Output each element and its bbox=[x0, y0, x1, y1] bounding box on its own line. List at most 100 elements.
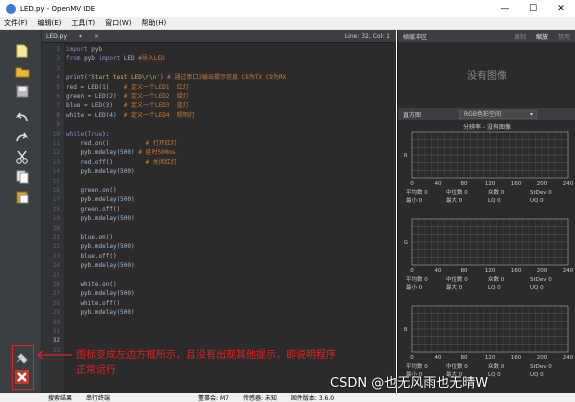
x-tick-label: 0 bbox=[410, 181, 414, 187]
histogram-resolution-label: 分辨率 - 没有图像 bbox=[463, 123, 511, 131]
firmware-status: 固件版本: 3.6.0 bbox=[290, 395, 335, 402]
framebuffer-view: 没有图像 bbox=[398, 42, 575, 106]
x-tick-label: 80 bbox=[461, 355, 468, 361]
code-line: white.off() bbox=[66, 299, 121, 307]
framebuffer-header: 帧缓冲区 录制 缩放 禁用 bbox=[398, 30, 575, 42]
line-number: 13 bbox=[52, 158, 60, 166]
code-line: red.off() # 关闭红灯 bbox=[66, 158, 177, 166]
search-results-tab[interactable]: 搜索结果 bbox=[48, 393, 72, 402]
histogram-stat: 众数 0 bbox=[488, 275, 505, 283]
chevron-down-icon: ▾ bbox=[530, 110, 534, 118]
histogram-title: 直方图 bbox=[403, 111, 422, 119]
line-number: 1 bbox=[56, 46, 60, 53]
line-number: 3 bbox=[56, 64, 60, 72]
histogram-stat: StDev 0 bbox=[530, 277, 552, 283]
window-title: LED.py - OpenMV IDE bbox=[20, 4, 96, 13]
code-line: blue = LED(3) # 定义一个LED3 蓝灯 bbox=[66, 102, 189, 110]
line-number: 19 bbox=[52, 215, 60, 223]
minimize-button[interactable]: — bbox=[491, 4, 519, 14]
channel-label: B bbox=[404, 327, 408, 333]
line-number: 23 bbox=[52, 252, 60, 260]
redo-icon[interactable] bbox=[14, 130, 30, 144]
x-tick-label: 160 bbox=[511, 355, 522, 361]
tab-dropdown-icon[interactable]: ▾ bbox=[79, 33, 82, 40]
menu-window[interactable]: 窗口(W) bbox=[105, 18, 131, 28]
disable-button[interactable]: 禁用 bbox=[553, 32, 575, 41]
histogram-stat: StDev 0 bbox=[530, 190, 552, 196]
menu-tools[interactable]: 工具(T) bbox=[71, 18, 95, 28]
code-line: blue.off() bbox=[66, 252, 117, 260]
code-line: blue.on() bbox=[66, 234, 113, 241]
code-line: pyb.mdelay(500) bbox=[66, 215, 135, 223]
annotation-line-1: 图标变成左边方框所示，且没有出现其他提示，即说明程序 bbox=[76, 350, 336, 361]
histogram-stat: 最小 0 bbox=[406, 196, 423, 204]
annotation-box bbox=[12, 345, 34, 390]
line-number: 9 bbox=[56, 121, 60, 129]
copy-icon[interactable] bbox=[14, 170, 30, 184]
x-tick-label: 0 bbox=[410, 268, 414, 274]
histogram-stat: UQ 0 bbox=[530, 285, 544, 291]
paste-icon[interactable] bbox=[14, 190, 30, 204]
line-number: 14 bbox=[52, 168, 60, 176]
close-button[interactable]: ✕ bbox=[547, 4, 575, 14]
menu-edit[interactable]: 编辑(E) bbox=[38, 18, 62, 28]
line-number: 16 bbox=[52, 187, 60, 194]
histogram-stat: 平均数 0 bbox=[406, 362, 428, 370]
line-number: 10 bbox=[52, 130, 60, 138]
histogram-stat: LQ 0 bbox=[488, 285, 501, 291]
x-tick-label: 120 bbox=[485, 355, 496, 361]
record-button[interactable]: 录制 bbox=[509, 32, 531, 41]
histogram-stat: 众数 0 bbox=[488, 362, 505, 370]
maximize-button[interactable]: ☐ bbox=[519, 4, 547, 14]
zoom-button[interactable]: 缩放 bbox=[531, 32, 553, 41]
tab-close-icon[interactable]: ✕ bbox=[94, 33, 99, 40]
line-number: 32 bbox=[52, 337, 60, 345]
save-icon[interactable] bbox=[14, 84, 30, 98]
menu-help[interactable]: 帮助(H) bbox=[142, 18, 167, 28]
code-line: red = LED(1) # 定义一个LED1 红灯 bbox=[66, 83, 189, 91]
code-line: import pyb bbox=[66, 46, 103, 53]
open-folder-icon[interactable] bbox=[14, 64, 30, 78]
annotation-arrow bbox=[37, 350, 72, 360]
cut-icon[interactable] bbox=[14, 150, 30, 164]
no-image-text: 没有图像 bbox=[467, 70, 507, 82]
x-tick-label: 40 bbox=[435, 268, 442, 274]
new-file-icon[interactable] bbox=[14, 44, 30, 58]
file-tab[interactable]: LED.py bbox=[46, 33, 67, 40]
colorspace-select[interactable]: RGB色彩空间 ▾ bbox=[459, 109, 538, 119]
watermark: CSDN @也无风雨也无晴W bbox=[330, 376, 489, 391]
histogram-plots: 分辨率 - 没有图像 R 0 40 80 120 160 200 240 平均数 0 中位数 0 众数… bbox=[404, 123, 574, 378]
histogram-header: 直方图 RGB色彩空间 ▾ bbox=[398, 108, 575, 120]
menu-file[interactable]: 文件(F) bbox=[4, 18, 28, 28]
line-number: 2 bbox=[56, 55, 60, 63]
line-number: 31 bbox=[52, 328, 60, 335]
histogram-stat: LQ 0 bbox=[488, 372, 501, 378]
undo-icon[interactable] bbox=[14, 110, 30, 124]
histogram-stat: 平均数 0 bbox=[406, 275, 428, 283]
line-number: 12 bbox=[52, 149, 60, 157]
serial-terminal-tab[interactable]: 串行终端 bbox=[86, 393, 110, 402]
app-logo-icon bbox=[6, 3, 16, 14]
x-tick-label: 120 bbox=[485, 268, 496, 274]
x-tick-label: 240 bbox=[563, 268, 574, 274]
histogram-stat: 众数 0 bbox=[488, 188, 505, 196]
histogram-stat: 最大 0 bbox=[446, 196, 463, 204]
code-line: green.off() bbox=[66, 205, 121, 213]
histogram-stat: 平均数 0 bbox=[406, 188, 428, 196]
code-area[interactable]: 1 import pyb 2 from pyb import LED #导入LED 3 4… bbox=[42, 43, 396, 393]
x-tick-label: 40 bbox=[435, 181, 442, 187]
code-line: white.on() bbox=[66, 281, 117, 288]
title-bar: LED.py - OpenMV IDE — ☐ ✕ bbox=[0, 0, 575, 17]
line-col-indicator: Line: 32, Col: 1 bbox=[344, 32, 390, 40]
code-editor: LED.py ▾ ✕ Line: 32, Col: 1 1 import pyb 2… bbox=[42, 30, 396, 393]
line-number: 21 bbox=[52, 234, 60, 241]
line-number: 15 bbox=[52, 177, 60, 185]
annotation-text: 图标变成左边方框所示，且没有出现其他提示，即说明程序 正常运行 bbox=[76, 348, 336, 378]
line-number: 28 bbox=[52, 299, 60, 307]
x-tick-label: 80 bbox=[461, 268, 468, 274]
code-line: pyb.mdelay(500) bbox=[66, 262, 135, 270]
code-line: pyb.mdelay(500) bbox=[66, 243, 135, 251]
histogram-stat: LQ 0 bbox=[488, 198, 501, 204]
line-number: 26 bbox=[52, 281, 60, 288]
x-tick-label: 200 bbox=[537, 268, 548, 274]
